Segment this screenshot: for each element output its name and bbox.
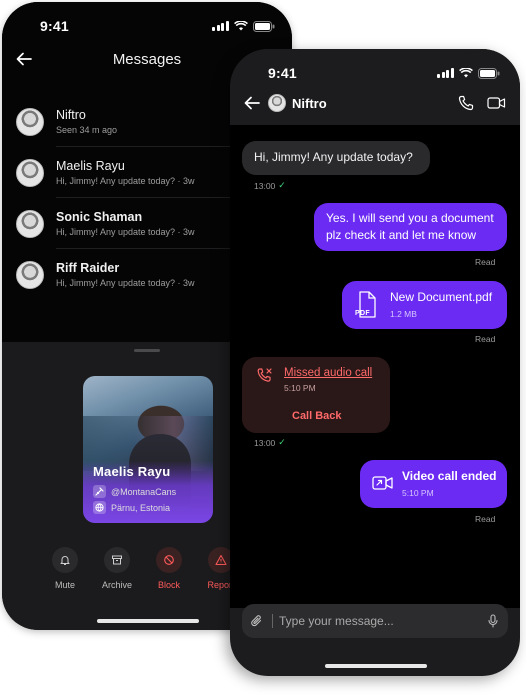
video-call-time: 5:10 PM — [402, 488, 434, 498]
status-time: 9:41 — [268, 65, 297, 81]
battery-icon — [477, 67, 500, 79]
incoming-message: Hi, Jimmy! Any update today? — [242, 141, 430, 175]
file-name: New Document.pdf — [390, 290, 493, 304]
message-thread: Hi, Jimmy! Any update today? 13:00 ✓ Yes… — [230, 125, 520, 608]
block-icon — [156, 547, 182, 573]
check-icon: ✓ — [278, 180, 286, 190]
avatar — [16, 260, 44, 289]
message-meta: 13:00 ✓ — [254, 437, 286, 448]
status-bar: 9:41 — [230, 63, 520, 83]
chat-subtitle: Hi, Jimmy! Any update today? · 3w — [56, 227, 195, 237]
profile-actions: Mute Archive Block Report — [52, 547, 235, 590]
outgoing-message: Yes. I will send you a document plz chec… — [314, 203, 507, 251]
status-bar: 9:41 — [2, 16, 292, 36]
video-call-ended-message: Video call ended 5:10 PM — [360, 460, 507, 508]
sheet-grabber[interactable] — [134, 349, 160, 352]
missed-call-title: Missed audio call — [284, 367, 373, 379]
message-time: 13:00 — [254, 437, 276, 448]
missed-call-time: 5:10 PM — [284, 383, 316, 393]
mute-button[interactable]: Mute — [52, 547, 78, 590]
video-call-icon — [372, 474, 394, 497]
home-indicator — [97, 619, 199, 623]
file-type-label: PDF — [355, 310, 370, 317]
home-indicator — [325, 664, 427, 668]
avatar — [268, 94, 286, 112]
chat-subtitle: Seen 34 m ago — [56, 125, 118, 135]
read-status: Read — [475, 257, 496, 267]
mute-label: Mute — [54, 580, 75, 590]
check-icon: ✓ — [278, 437, 286, 447]
battery-icon — [252, 20, 275, 32]
microphone-icon[interactable] — [478, 614, 508, 628]
profile-location-row: Pärnu, Estonia — [93, 501, 170, 514]
read-status: Read — [475, 334, 496, 344]
profile-location: Pärnu, Estonia — [111, 502, 171, 513]
message-composer — [242, 604, 508, 638]
back-arrow-icon[interactable] — [244, 96, 260, 110]
wifi-icon — [458, 68, 473, 78]
signal-icon — [437, 68, 454, 78]
file-attachment-message[interactable]: PDF New Document.pdf 1.2 MB — [342, 281, 507, 329]
chat-header: 9:41 Niftro — [230, 49, 520, 125]
archive-icon — [104, 547, 130, 573]
message-text: Hi, Jimmy! Any update today? — [254, 150, 413, 164]
profile-name: Maelis Rayu — [93, 464, 171, 479]
profile-handle-row: @MontanaCans — [93, 485, 176, 498]
file-size: 1.2 MB — [390, 309, 417, 319]
avatar — [16, 107, 44, 136]
read-status: Read — [475, 514, 496, 524]
paperclip-icon[interactable] — [242, 614, 272, 628]
globe-icon — [93, 501, 106, 514]
chat-name: Maelis Rayu — [56, 159, 125, 173]
chat-name: Sonic Shaman — [56, 210, 143, 224]
back-arrow-icon[interactable] — [16, 52, 32, 66]
message-time: 13:00 — [254, 180, 276, 191]
missed-call-message: Missed audio call 5:10 PM Call Back — [242, 357, 390, 433]
contact-info[interactable]: Niftro — [268, 94, 327, 112]
message-text: Yes. I will send you a document plz chec… — [326, 211, 494, 242]
call-back-button[interactable]: Call Back — [292, 410, 342, 422]
phone-icon[interactable] — [458, 95, 474, 111]
contact-bar: Niftro — [230, 92, 520, 114]
block-label: Block — [157, 580, 180, 590]
profile-handle: @MontanaCans — [111, 486, 177, 497]
status-icons — [212, 20, 275, 32]
archive-button[interactable]: Archive — [102, 547, 133, 590]
chat-subtitle: Hi, Jimmy! Any update today? · 3w — [56, 176, 195, 186]
chat-subtitle: Hi, Jimmy! Any update today? · 3w — [56, 278, 195, 288]
chat-name: Niftro — [56, 108, 86, 122]
chat-name: Riff Raider — [56, 261, 120, 275]
archive-label: Archive — [102, 580, 133, 590]
avatar — [16, 209, 44, 238]
block-button[interactable]: Block — [156, 547, 182, 590]
video-camera-icon[interactable] — [487, 96, 506, 110]
status-time: 9:41 — [40, 18, 69, 34]
missed-call-icon — [256, 367, 274, 390]
guitar-icon — [93, 485, 106, 498]
status-icons — [437, 67, 500, 79]
profile-card[interactable]: Maelis Rayu @MontanaCans Pärnu, Estonia — [83, 376, 213, 523]
contact-name: Niftro — [292, 95, 327, 111]
avatar — [16, 158, 44, 187]
wifi-icon — [233, 21, 248, 31]
signal-icon — [212, 21, 229, 31]
message-meta: 13:00 ✓ — [254, 180, 286, 191]
pdf-file-icon — [354, 290, 380, 325]
message-input[interactable] — [273, 604, 478, 638]
bell-icon — [52, 547, 78, 573]
video-call-title: Video call ended — [402, 469, 497, 483]
chat-conversation-phone: 9:41 Niftro Hi, Jimmy! Any update today?… — [230, 49, 520, 676]
